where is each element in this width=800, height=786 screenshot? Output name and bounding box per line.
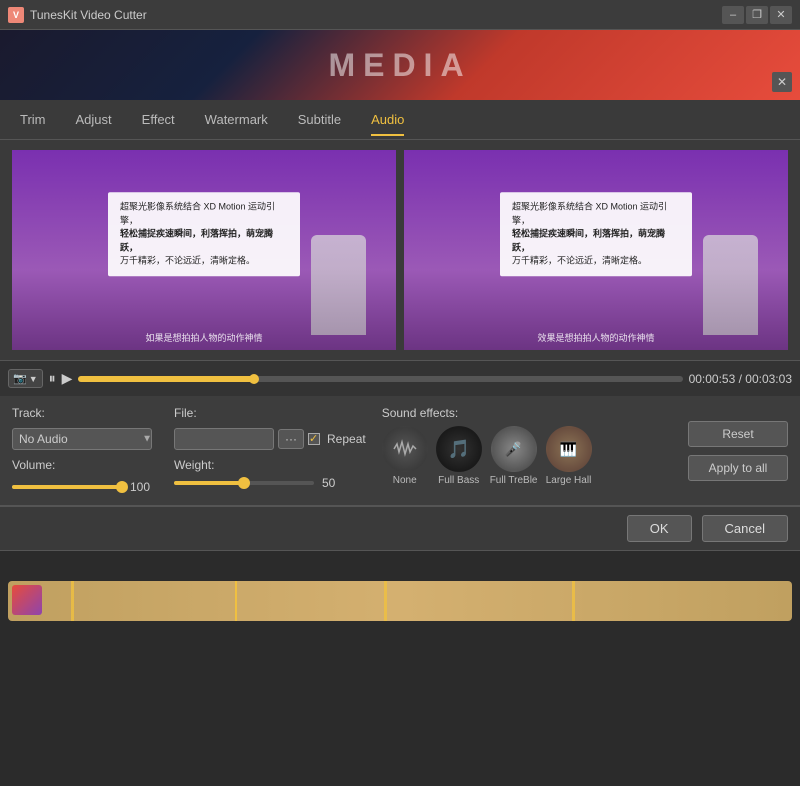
volume-value: 100 xyxy=(130,480,158,494)
weight-fill xyxy=(174,481,244,485)
app-icon: V xyxy=(8,7,24,23)
reset-button[interactable]: Reset xyxy=(688,421,788,447)
track-select-wrapper[interactable]: No Audio Track 1 Track 2 ▼ xyxy=(12,428,158,450)
preview-strip: MEDIA xyxy=(0,30,800,100)
file-browse-button[interactable]: ··· xyxy=(278,429,304,449)
tab-trim[interactable]: Trim xyxy=(20,104,46,135)
weight-label: Weight: xyxy=(174,458,366,472)
effect-bass-circle: 🎵 xyxy=(436,426,482,472)
effect-none-circle xyxy=(382,426,428,472)
timeline-track[interactable] xyxy=(8,581,792,621)
tab-audio[interactable]: Audio xyxy=(371,104,404,135)
volume-fill xyxy=(12,485,122,489)
effect-largehall[interactable]: 🎹 Large Hall xyxy=(546,426,592,486)
tab-effect[interactable]: Effect xyxy=(142,104,175,135)
tab-subtitle[interactable]: Subtitle xyxy=(298,104,341,135)
weight-slider-row: 50 xyxy=(174,476,366,490)
cancel-button[interactable]: Cancel xyxy=(702,515,788,542)
file-label: File: xyxy=(174,406,366,420)
weight-row: Weight: 50 xyxy=(174,458,366,490)
video-inner-left: 超聚光影像系统结合 XD Motion 运动引擎， 轻松捕捉疾速瞬间，利落挥拍，… xyxy=(12,150,396,350)
file-input[interactable] xyxy=(174,428,274,450)
effect-none-label: None xyxy=(393,475,417,486)
sound-effects-col: Sound effects: None 🎵 Full Bas xyxy=(382,406,672,495)
volume-slider[interactable] xyxy=(12,485,122,489)
sound-effects-label: Sound effects: xyxy=(382,406,672,420)
track-label: Track: xyxy=(12,406,158,420)
volume-row: 100 xyxy=(12,480,158,494)
volume-thumb[interactable] xyxy=(116,481,128,493)
effect-fullbass[interactable]: 🎵 Full Bass xyxy=(436,426,482,486)
camera-icon: 📷 xyxy=(13,372,27,385)
ok-cancel-bar: OK Cancel xyxy=(0,506,800,550)
timeline-cut-marker-left[interactable] xyxy=(71,581,74,621)
repeat-check-icon xyxy=(308,433,320,445)
repeat-label: Repeat xyxy=(327,432,366,446)
volume-label: Volume: xyxy=(12,458,158,472)
file-weight-col: File: ··· Repeat Weight: 50 xyxy=(174,406,366,495)
camera-dropdown-arrow: ▼ xyxy=(29,374,38,384)
window-controls: – ❐ ✕ xyxy=(722,6,792,24)
tab-watermark[interactable]: Watermark xyxy=(205,104,268,135)
track-select[interactable]: No Audio Track 1 Track 2 xyxy=(12,428,152,450)
clip-thumbnail xyxy=(12,585,42,615)
pause-button[interactable]: ⏸ xyxy=(49,370,56,387)
effect-fulltreble[interactable]: 🎤 Full TreBle xyxy=(490,426,538,486)
video-caption-left: 如果是想拍拍人物的动作神情 xyxy=(12,331,396,344)
weight-value: 50 xyxy=(322,476,350,490)
app-title: TunesKit Video Cutter xyxy=(30,8,716,22)
audio-settings-panel: Track: No Audio Track 1 Track 2 ▼ Volume… xyxy=(0,396,800,506)
effect-hall-label: Large Hall xyxy=(546,475,592,486)
track-volume-col: Track: No Audio Track 1 Track 2 ▼ Volume… xyxy=(12,406,158,495)
effect-bass-label: Full Bass xyxy=(438,475,479,486)
repeat-checkbox[interactable]: Repeat xyxy=(308,432,366,446)
main-video-area: 超聚光影像系统结合 XD Motion 运动引擎， 轻松捕捉疾速瞬间，利落挥拍，… xyxy=(0,140,800,360)
weight-thumb[interactable] xyxy=(238,477,250,489)
panel-close-button[interactable]: ✕ xyxy=(772,72,792,92)
effects-list: None 🎵 Full Bass 🎤 Full TreBle xyxy=(382,426,672,486)
preview-top-image: MEDIA xyxy=(0,30,800,100)
progress-bar[interactable] xyxy=(78,376,682,382)
effect-none[interactable]: None xyxy=(382,426,428,486)
progress-thumb[interactable] xyxy=(249,374,259,384)
playback-bar: 📷 ▼ ⏸ ▶ 00:00:53 / 00:03:03 xyxy=(0,360,800,396)
timeline-bar xyxy=(0,550,800,650)
waveform-icon xyxy=(392,436,418,462)
minimize-button[interactable]: – xyxy=(722,6,744,24)
maximize-button[interactable]: ❐ xyxy=(746,6,768,24)
effect-hall-circle: 🎹 xyxy=(546,426,592,472)
progress-fill xyxy=(78,376,253,382)
close-button[interactable]: ✕ xyxy=(770,6,792,24)
video-inner-right: 超聚光影像系统结合 XD Motion 运动引擎， 轻松捕捉疾速瞬间，利落挥拍，… xyxy=(404,150,788,350)
timeline-playhead[interactable] xyxy=(235,581,237,621)
effect-treble-circle: 🎤 xyxy=(491,426,537,472)
timeline-cut-marker-far[interactable] xyxy=(572,581,575,621)
camera-button[interactable]: 📷 ▼ xyxy=(8,369,43,388)
title-bar: V TunesKit Video Cutter – ❐ ✕ xyxy=(0,0,800,30)
effect-treble-label: Full TreBle xyxy=(490,475,538,486)
subtitle-card-left: 超聚光影像系统结合 XD Motion 运动引擎， 轻松捕捉疾速瞬间，利落挥拍，… xyxy=(108,192,300,276)
tab-adjust[interactable]: Adjust xyxy=(76,104,112,135)
time-display: 00:00:53 / 00:03:03 xyxy=(689,372,792,386)
apply-all-button[interactable]: Apply to all xyxy=(688,455,788,481)
action-col: Reset Apply to all xyxy=(688,406,788,495)
timeline-cut-marker-right[interactable] xyxy=(384,581,387,621)
subtitle-card-right: 超聚光影像系统结合 XD Motion 运动引擎， 轻松捕捉疾速瞬间，利落挥拍，… xyxy=(500,192,692,276)
weight-slider[interactable] xyxy=(174,481,314,485)
play-button[interactable]: ▶ xyxy=(62,370,73,387)
video-panel-left: 超聚光影像系统结合 XD Motion 运动引擎， 轻松捕捉疾速瞬间，利落挥拍，… xyxy=(12,150,396,350)
file-row: ··· Repeat xyxy=(174,428,366,450)
tabs-bar: Trim Adjust Effect Watermark Subtitle Au… xyxy=(0,100,800,140)
ok-button[interactable]: OK xyxy=(627,515,692,542)
timeline-fill xyxy=(8,581,792,621)
video-caption-right: 效果是想拍拍人物的动作神情 xyxy=(404,331,788,344)
timeline-clip-icon xyxy=(12,585,42,615)
video-panel-right: 超聚光影像系统结合 XD Motion 运动引擎， 轻松捕捉疾速瞬间，利落挥拍，… xyxy=(404,150,788,350)
